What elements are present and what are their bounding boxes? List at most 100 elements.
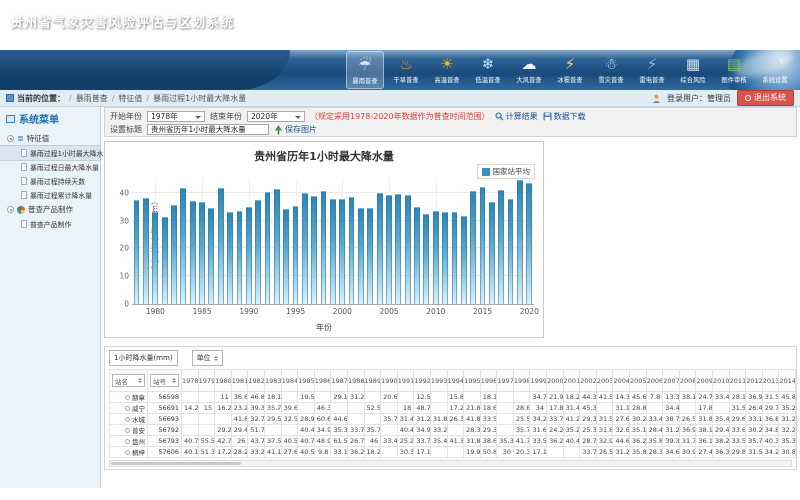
bar-2019[interactable] <box>517 180 523 304</box>
bar-2002[interactable] <box>358 208 364 304</box>
end-year-dropdown[interactable]: 2020年 <box>247 111 305 122</box>
sidebar-group-1[interactable]: ≣特征值 <box>0 131 100 146</box>
breadcrumb-item[interactable]: 暴雨过程1小时最大降水量 <box>153 94 246 103</box>
bar-1990[interactable] <box>246 207 252 304</box>
nav-item-4[interactable]: ❄低温普查 <box>469 51 507 89</box>
start-year-dropdown[interactable]: 1978年 <box>147 111 205 122</box>
year-header[interactable]: 1978 <box>182 370 199 392</box>
save-image-button[interactable]: 保存图片 <box>274 124 317 135</box>
row-expand-icon[interactable] <box>125 406 130 411</box>
year-header[interactable]: 2004 <box>613 370 630 392</box>
sort-arrows-icon[interactable] <box>172 376 176 385</box>
year-header[interactable]: 1997 <box>497 370 514 392</box>
year-header[interactable]: 2011 <box>729 370 746 392</box>
nav-item-6[interactable]: ⚡冰雹普查 <box>551 51 589 89</box>
bar-2015[interactable] <box>480 187 486 304</box>
nav-item-11[interactable]: ⚙系统设置 <box>756 51 794 89</box>
bar-1997[interactable] <box>311 196 317 304</box>
bar-1986[interactable] <box>208 208 214 304</box>
station-name-cell[interactable]: 普安 <box>110 425 148 436</box>
year-header[interactable]: 2012 <box>746 370 763 392</box>
bar-1995[interactable] <box>293 206 299 304</box>
bar-1978[interactable] <box>134 200 140 304</box>
year-header[interactable]: 1996 <box>480 370 497 392</box>
bar-2001[interactable] <box>349 197 355 304</box>
year-header[interactable]: 2009 <box>696 370 713 392</box>
calculate-button[interactable]: 计算结果 <box>495 111 538 122</box>
year-header[interactable]: 2008 <box>679 370 696 392</box>
bar-2010[interactable] <box>433 211 439 304</box>
bar-1988[interactable] <box>227 212 233 304</box>
year-header[interactable]: 2000 <box>547 370 564 392</box>
scrollbar-thumb[interactable] <box>111 462 241 465</box>
bar-2003[interactable] <box>367 208 373 304</box>
sort-arrows-icon[interactable] <box>138 376 142 385</box>
year-header[interactable]: 2003 <box>596 370 613 392</box>
nav-item-7[interactable]: ☃雪灾普查 <box>592 51 630 89</box>
year-header[interactable]: 2010 <box>713 370 730 392</box>
station-id-header[interactable]: 站号 <box>148 370 182 392</box>
sidebar-item[interactable]: 暴雨过程1小时最大降水量 <box>0 146 100 160</box>
year-header[interactable]: 1993 <box>430 370 447 392</box>
bar-2014[interactable] <box>470 191 476 304</box>
breadcrumb-item[interactable]: 特征值 <box>118 94 142 103</box>
sidebar-item[interactable]: 暴雨过程日最大降水量 <box>0 160 100 174</box>
bar-2012[interactable] <box>452 212 458 305</box>
data-download-button[interactable]: 数据下载 <box>543 111 586 122</box>
year-header[interactable]: 1991 <box>397 370 414 392</box>
bar-1987[interactable] <box>218 188 224 304</box>
row-expand-icon[interactable] <box>125 439 130 444</box>
sidebar-item[interactable]: 普查产品制作 <box>0 217 100 231</box>
horizontal-scrollbar[interactable] <box>109 460 792 467</box>
nav-item-10[interactable]: ▤图件审核 <box>715 51 753 89</box>
year-header[interactable]: 1988 <box>347 370 364 392</box>
nav-item-3[interactable]: ☀高温普查 <box>428 51 466 89</box>
bar-1999[interactable] <box>330 199 336 304</box>
bar-2016[interactable] <box>489 202 495 304</box>
bar-1998[interactable] <box>321 191 327 304</box>
bar-2018[interactable] <box>508 199 514 304</box>
year-header[interactable]: 1979 <box>198 370 215 392</box>
year-header[interactable]: 2002 <box>580 370 597 392</box>
year-header[interactable]: 1999 <box>530 370 547 392</box>
station-name-cell[interactable]: 威宁 <box>110 403 148 414</box>
year-header[interactable]: 1985 <box>298 370 315 392</box>
bar-1992[interactable] <box>265 192 271 304</box>
bar-2011[interactable] <box>442 212 448 304</box>
metric-filter[interactable]: 1小时降水量(mm) <box>109 350 178 366</box>
year-header[interactable]: 2001 <box>563 370 580 392</box>
nav-item-9[interactable]: ▦综合风险 <box>674 51 712 89</box>
bar-2009[interactable] <box>423 214 429 304</box>
bar-1989[interactable] <box>237 211 243 304</box>
bar-2000[interactable] <box>339 199 345 304</box>
nav-item-8[interactable]: ⚡雷电普查 <box>633 51 671 89</box>
year-header[interactable]: 1990 <box>381 370 398 392</box>
bar-1980[interactable] <box>152 212 158 304</box>
station-name-cell[interactable]: 水城 <box>110 414 148 425</box>
sidebar-item[interactable]: 暴雨过程累计降水量 <box>0 188 100 202</box>
expand-icon[interactable] <box>7 206 14 213</box>
year-header[interactable]: 1989 <box>364 370 381 392</box>
chart-legend[interactable]: 国家站平均 <box>477 164 536 179</box>
nav-item-2[interactable]: ♨干旱普查 <box>387 51 425 89</box>
row-expand-icon[interactable] <box>125 417 130 422</box>
year-header[interactable]: 1995 <box>464 370 481 392</box>
bar-2013[interactable] <box>461 216 467 304</box>
bar-2005[interactable] <box>386 195 392 304</box>
year-header[interactable]: 2013 <box>762 370 779 392</box>
logout-button[interactable]: 退出系统 <box>737 90 794 106</box>
bar-2017[interactable] <box>498 190 504 304</box>
bar-1983[interactable] <box>180 188 186 304</box>
year-header[interactable]: 1994 <box>447 370 464 392</box>
year-header[interactable]: 1992 <box>414 370 431 392</box>
station-id-header-box[interactable]: 站号 <box>150 374 179 387</box>
bar-1985[interactable] <box>199 202 205 305</box>
unit-filter[interactable]: 单位 <box>192 350 223 366</box>
year-header[interactable]: 1983 <box>264 370 281 392</box>
bar-1979[interactable] <box>143 198 149 304</box>
year-header[interactable]: 1984 <box>281 370 298 392</box>
bar-1996[interactable] <box>302 193 308 304</box>
year-header[interactable]: 1980 <box>215 370 232 392</box>
bar-2008[interactable] <box>414 207 420 304</box>
year-header[interactable]: 1981 <box>231 370 248 392</box>
